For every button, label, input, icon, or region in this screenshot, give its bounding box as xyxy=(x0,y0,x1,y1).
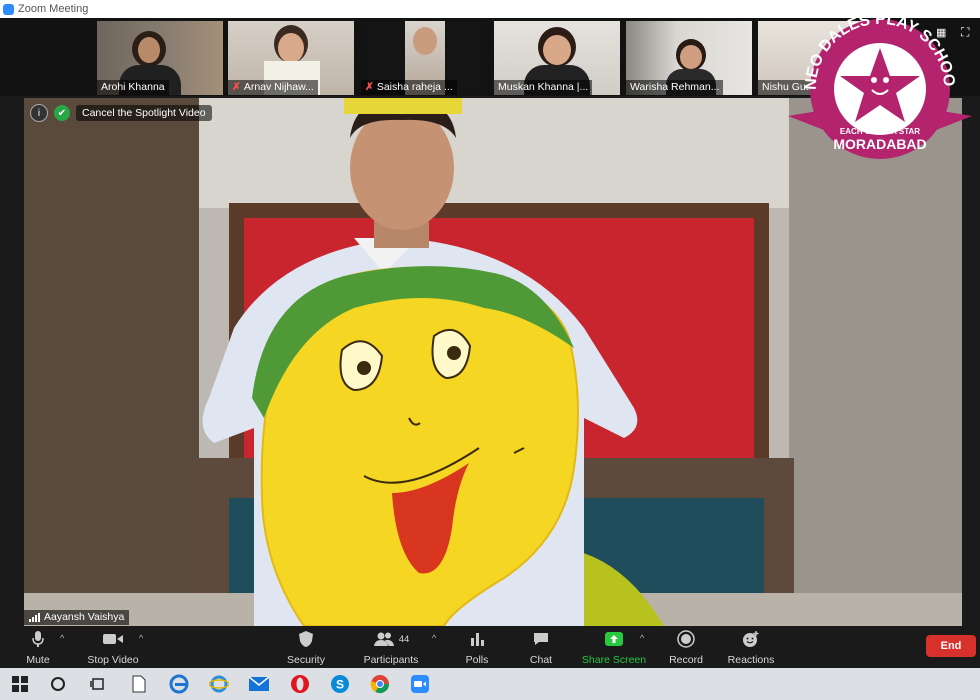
mute-options-caret[interactable]: ^ xyxy=(60,633,64,643)
participant-tile[interactable]: ✗ Arnav Nijhaw... xyxy=(228,21,354,95)
cancel-spotlight-button[interactable]: Cancel the Spotlight Video xyxy=(76,105,212,121)
logo-bottom-text: MORADABAD xyxy=(833,136,926,152)
info-icon[interactable]: i xyxy=(30,104,48,122)
muted-mic-icon: ✗ xyxy=(365,81,374,93)
video-scene xyxy=(24,98,962,626)
edge-icon[interactable] xyxy=(167,672,191,696)
participant-name: Arohi Khanna xyxy=(97,80,169,95)
share-screen-icon xyxy=(605,632,623,646)
file-icon[interactable] xyxy=(127,672,151,696)
internet-explorer-icon[interactable] xyxy=(207,672,231,696)
reactions-button[interactable]: Reactions xyxy=(711,628,791,666)
participant-name: ✗ Saisha raheja ... xyxy=(361,80,457,95)
participants-button[interactable]: 44 Participants xyxy=(351,628,431,666)
chat-button[interactable]: Chat xyxy=(501,628,581,666)
opera-icon[interactable] xyxy=(288,672,312,696)
zoom-app-icon xyxy=(3,3,14,15)
share-options-caret[interactable]: ^ xyxy=(640,633,644,643)
zoom-icon[interactable] xyxy=(408,672,432,696)
participant-count: 44 xyxy=(398,633,410,645)
security-shield-icon xyxy=(299,631,313,647)
participants-options-caret[interactable]: ^ xyxy=(432,633,436,643)
video-options-caret[interactable]: ^ xyxy=(139,633,143,643)
spotlight-video xyxy=(24,98,962,626)
record-icon xyxy=(677,630,695,648)
participant-name: ✗ Arnav Nijhaw... xyxy=(228,80,318,95)
spotlight-bar: i ✔ Cancel the Spotlight Video xyxy=(30,104,212,122)
participant-name: Warisha Rehman... xyxy=(626,80,724,95)
reactions-smiley-icon xyxy=(743,631,759,647)
active-speaker-label: Aayansh Vaishya xyxy=(24,610,130,625)
signal-bars-icon xyxy=(29,613,40,622)
mute-button[interactable]: Mute xyxy=(0,628,78,666)
participants-icon xyxy=(373,632,394,646)
task-view-icon[interactable] xyxy=(86,672,110,696)
end-meeting-button[interactable]: End xyxy=(926,635,976,657)
school-logo-graphic: NEO DALES PLAY SCHOOL EACH CHILD A STAR … xyxy=(779,0,972,159)
participant-tile[interactable]: Warisha Rehman... xyxy=(626,21,752,95)
mail-icon[interactable] xyxy=(247,672,271,696)
polls-icon xyxy=(471,633,484,646)
search-circle-icon[interactable] xyxy=(46,672,70,696)
participant-tile[interactable]: Muskan Khanna |... xyxy=(494,21,620,95)
security-button[interactable]: Security xyxy=(266,628,346,666)
participant-tile[interactable]: ✗ Saisha raheja ... xyxy=(361,21,487,95)
participant-tile[interactable]: Arohi Khanna xyxy=(97,21,223,95)
participant-name: Muskan Khanna |... xyxy=(494,80,593,95)
skype-icon[interactable]: S xyxy=(328,672,352,696)
school-logo: NEO DALES PLAY SCHOOL EACH CHILD A STAR … xyxy=(779,0,974,164)
video-camera-icon xyxy=(103,634,123,644)
chrome-icon[interactable] xyxy=(368,672,392,696)
windows-taskbar: S xyxy=(0,668,980,700)
shield-icon[interactable]: ✔ xyxy=(54,105,70,121)
logo-ribbon-text: EACH CHILD A STAR xyxy=(840,127,920,136)
chat-bubble-icon xyxy=(534,633,548,645)
muted-mic-icon: ✗ xyxy=(232,81,241,93)
svg-text:S: S xyxy=(336,678,344,692)
windows-start-icon[interactable] xyxy=(8,672,32,696)
microphone-icon xyxy=(32,631,44,647)
window-title: Zoom Meeting xyxy=(18,3,89,15)
